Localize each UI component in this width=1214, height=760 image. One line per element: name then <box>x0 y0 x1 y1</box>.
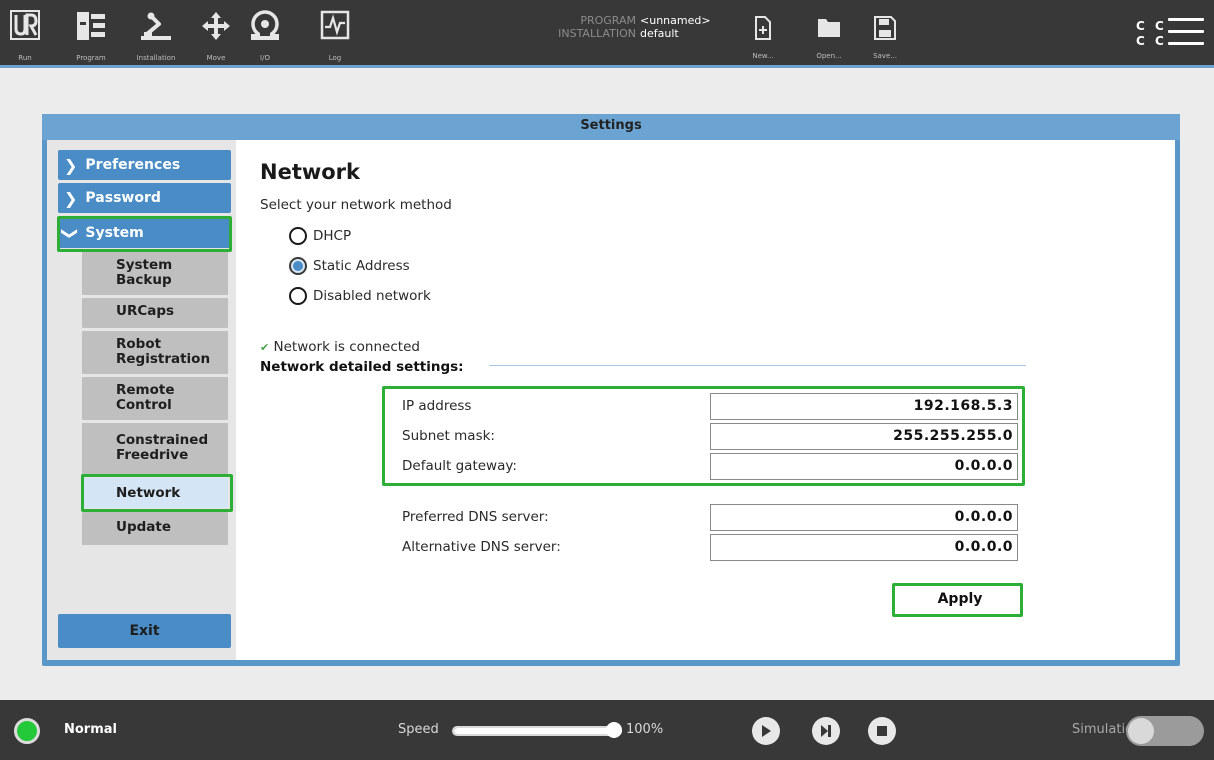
speed-slider-handle[interactable] <box>606 722 622 738</box>
sidebar-sub-system-backup[interactable]: System Backup <box>82 252 228 295</box>
sidebar-sub-constrained-freedrive[interactable]: Constrained Freedrive <box>82 423 228 475</box>
sub-label: URCaps <box>116 303 175 319</box>
installation-label: Installation <box>136 54 176 62</box>
installation-name: default <box>640 27 679 40</box>
radio-disabled-network[interactable] <box>289 287 307 305</box>
io-tab[interactable]: I/O <box>247 0 283 68</box>
io-label: I/O <box>260 54 270 62</box>
log-tab[interactable]: Log <box>318 0 352 68</box>
settings-title: Settings <box>42 114 1180 140</box>
speed-value: 100% <box>626 722 664 737</box>
cc-row-2: C C <box>1136 34 1167 48</box>
method-prompt: Select your network method <box>260 197 452 213</box>
radio-static-address[interactable] <box>289 257 307 275</box>
speed-slider[interactable] <box>452 726 622 736</box>
highlight-system <box>57 216 232 252</box>
chevron-right-icon: ❯ <box>64 188 78 208</box>
sidebar-item-label: Password <box>85 190 161 206</box>
preferred-dns-label: Preferred DNS server: <box>402 509 549 525</box>
highlight-network <box>81 474 233 512</box>
sidebar-sub-update[interactable]: Update <box>82 512 228 545</box>
program-name: <unnamed> <box>640 14 711 27</box>
program-label: Program <box>76 54 106 62</box>
speed-label: Speed <box>398 722 439 737</box>
settings-dialog: Settings ❯ Preferences ❯ Password ❯ Syst… <box>42 114 1180 666</box>
stop-button[interactable] <box>868 717 896 745</box>
bottom-bar: Normal Speed 100% Simulation <box>0 700 1214 760</box>
new-file-icon <box>755 16 771 40</box>
step-button[interactable] <box>812 717 840 745</box>
alternative-dns-label: Alternative DNS server: <box>402 539 561 555</box>
installation-tab[interactable]: Installation <box>128 0 184 68</box>
radio-dhcp[interactable] <box>289 227 307 245</box>
installation-key: INSTALLATION <box>558 27 636 40</box>
open-button[interactable]: Open... <box>814 0 844 68</box>
radio-disabled-label[interactable]: Disabled network <box>313 288 431 304</box>
cc-indicator[interactable]: C C C C <box>1136 19 1167 49</box>
preferred-dns-field[interactable]: 0.0.0.0 <box>710 504 1018 531</box>
settings-body: ❯ Preferences ❯ Password ❯ System System… <box>47 140 1175 660</box>
program-info: PROGRAM <unnamed> INSTALLATION default <box>530 14 730 40</box>
run-tab[interactable]: Run <box>8 0 42 68</box>
save-label: Save... <box>873 52 897 60</box>
save-icon <box>874 16 896 40</box>
divider <box>489 365 1026 366</box>
hamburger-menu-icon[interactable] <box>1168 18 1204 50</box>
highlight-ip-settings <box>382 386 1025 486</box>
robot-status-icon[interactable] <box>14 718 40 744</box>
top-toolbar: Run Program Installation Move I/O Log PR… <box>0 0 1214 68</box>
highlight-apply <box>892 583 1023 617</box>
sub-label: Constrained Freedrive <box>116 432 209 463</box>
sidebar-item-label: Preferences <box>85 157 181 173</box>
move-tab[interactable]: Move <box>196 0 236 68</box>
save-button[interactable]: Save... <box>870 0 900 68</box>
program-tab[interactable]: Program <box>70 0 112 68</box>
program-key: PROGRAM <box>580 14 636 27</box>
run-label: Run <box>18 54 32 62</box>
play-icon <box>762 725 771 737</box>
sub-label: Robot Registration <box>116 336 211 367</box>
page-title: Network <box>260 160 361 184</box>
exit-button[interactable]: Exit <box>58 614 231 648</box>
stop-icon <box>877 726 887 736</box>
play-button[interactable] <box>752 717 780 745</box>
sidebar-sub-urcaps[interactable]: URCaps <box>82 298 228 328</box>
installation-icon <box>141 12 171 40</box>
settings-sidebar: ❯ Preferences ❯ Password ❯ System System… <box>47 140 236 660</box>
simulation-toggle-knob <box>1128 718 1154 744</box>
open-label: Open... <box>816 52 842 60</box>
ur-logo-icon <box>10 10 40 40</box>
move-icon <box>202 12 230 40</box>
sidebar-item-password[interactable]: ❯ Password <box>58 183 231 213</box>
chevron-right-icon: ❯ <box>64 155 78 175</box>
cc-row-1: C C <box>1136 19 1167 33</box>
connection-status: ✔ Network is connected <box>260 339 420 355</box>
sub-label: Update <box>116 519 172 535</box>
radio-dhcp-label[interactable]: DHCP <box>313 228 351 244</box>
connection-status-text: Network is connected <box>273 339 420 355</box>
move-label: Move <box>206 54 226 62</box>
alternative-dns-field[interactable]: 0.0.0.0 <box>710 534 1018 561</box>
folder-icon <box>818 19 840 37</box>
log-label: Log <box>328 54 342 62</box>
program-icon <box>77 12 105 40</box>
log-icon <box>320 10 350 40</box>
sidebar-item-preferences[interactable]: ❯ Preferences <box>58 150 231 180</box>
simulation-toggle[interactable] <box>1126 716 1204 746</box>
step-icon <box>821 725 831 737</box>
robot-status-text: Normal <box>64 722 117 737</box>
check-icon: ✔ <box>260 341 270 354</box>
details-heading: Network detailed settings: <box>260 359 464 375</box>
sub-label: System Backup <box>116 257 173 288</box>
sidebar-sub-robot-registration[interactable]: Robot Registration <box>82 331 228 374</box>
io-icon <box>251 10 279 40</box>
new-label: New... <box>752 52 774 60</box>
radio-static-label[interactable]: Static Address <box>313 258 410 274</box>
sub-label: Remote Control <box>116 382 175 413</box>
speed-slider-fill <box>454 728 620 734</box>
new-button[interactable]: New... <box>750 0 776 68</box>
sidebar-sub-remote-control[interactable]: Remote Control <box>82 377 228 420</box>
